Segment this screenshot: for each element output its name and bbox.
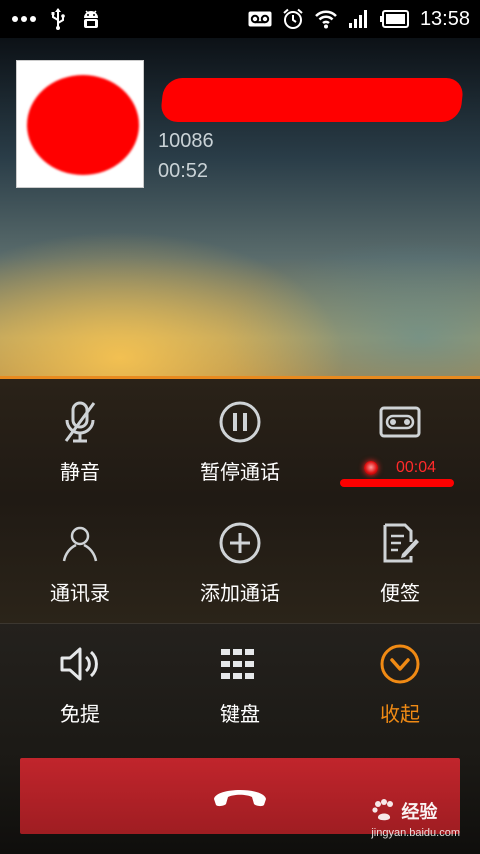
avatar	[16, 60, 144, 188]
contact-person-icon	[0, 521, 160, 565]
avatar-redaction	[27, 75, 139, 175]
notes-label: 便签	[380, 583, 420, 605]
paw-logo-icon	[371, 798, 397, 825]
keypad-label: 键盘	[220, 704, 260, 726]
android-debug-icon	[80, 8, 102, 30]
hang-up-icon	[210, 779, 270, 813]
mute-label: 静音	[60, 462, 100, 484]
in-call-screen: 13:58 10086 00:52 静音 暂停通话 00:04 通讯录 添加通话…	[0, 0, 480, 854]
watermark: 经验 jingyan.baidu.com	[371, 798, 460, 839]
keypad-icon	[160, 642, 320, 686]
pause-icon	[160, 400, 320, 444]
tape-record-icon	[320, 400, 480, 444]
wifi-icon	[314, 9, 338, 29]
mic-off-icon	[0, 400, 160, 444]
recording-dot-icon	[363, 461, 378, 475]
add-call-button[interactable]: 添加通话	[160, 521, 320, 606]
caller-name-redaction	[159, 78, 465, 122]
speaker-button[interactable]: 免提	[0, 642, 160, 727]
hold-label: 暂停通话	[200, 462, 280, 484]
add-circle-icon	[160, 521, 320, 565]
voicemail-icon	[248, 11, 272, 27]
collapse-button[interactable]: 收起	[320, 642, 480, 727]
alarm-icon	[282, 8, 304, 30]
signal-icon	[348, 9, 370, 29]
collapse-label: 收起	[380, 704, 420, 726]
call-duration: 00:52	[158, 160, 209, 182]
speaker-label: 免提	[60, 704, 100, 726]
speaker-icon	[0, 642, 160, 686]
notes-button[interactable]: 便签	[320, 521, 480, 606]
hold-button[interactable]: 暂停通话	[160, 400, 320, 485]
record-underline-markup	[340, 479, 454, 487]
usb-icon	[50, 8, 66, 30]
chevron-down-circle-icon	[320, 642, 480, 686]
battery-icon	[379, 10, 410, 28]
keypad-button[interactable]: 键盘	[160, 642, 320, 727]
record-button[interactable]: 00:04	[320, 400, 480, 480]
add-call-label: 添加通话	[200, 583, 280, 605]
mute-button[interactable]: 静音	[0, 400, 160, 485]
record-time: 00:04	[395, 459, 437, 476]
status-bar: 13:58	[0, 0, 480, 38]
watermark-url: jingyan.baidu.com	[371, 827, 460, 839]
more-dots-icon	[12, 15, 36, 23]
clock: 13:58	[419, 7, 470, 30]
contacts-button[interactable]: 通讯录	[0, 521, 160, 606]
caller-number: 10086	[158, 130, 214, 152]
watermark-brand: 经验	[401, 801, 438, 822]
note-edit-icon	[320, 521, 480, 565]
caller-info-panel: 10086 00:52	[0, 38, 480, 378]
contacts-label: 通讯录	[50, 583, 110, 605]
